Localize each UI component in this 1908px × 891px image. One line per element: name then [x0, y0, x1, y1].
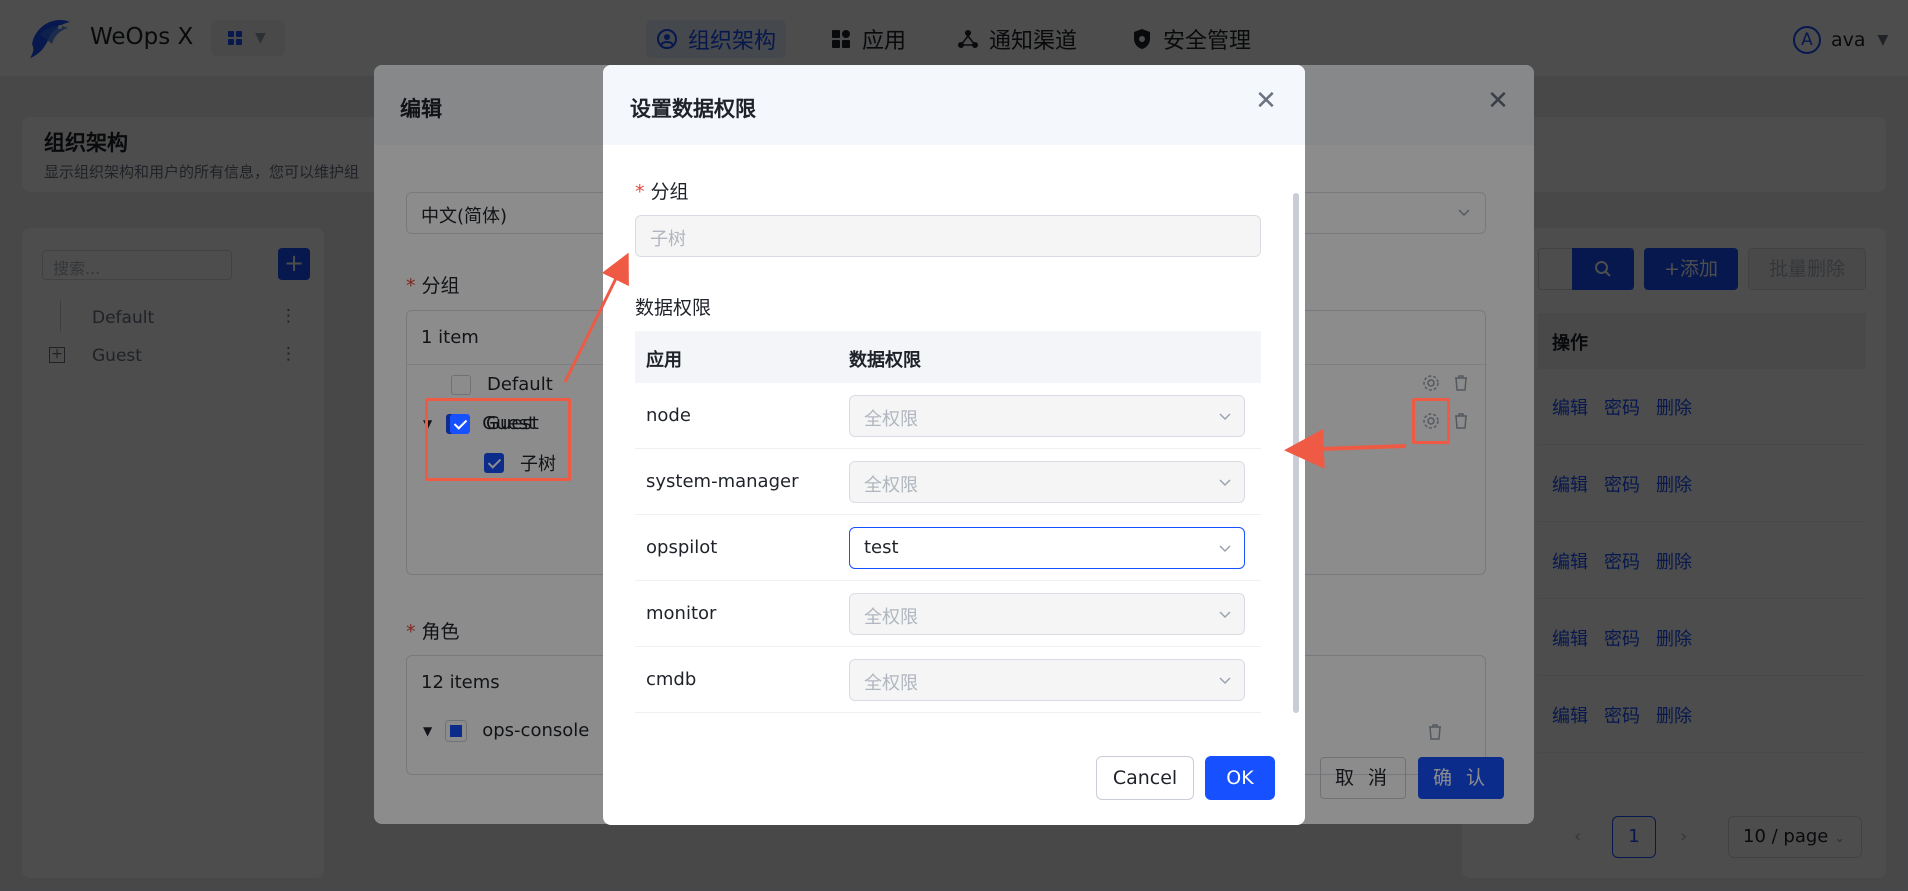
app-name: cmdb	[646, 669, 697, 690]
annotation-highlight-box	[425, 398, 571, 481]
column-header-permission: 数据权限	[849, 350, 921, 371]
scrollbar[interactable]	[1293, 193, 1299, 713]
app-name: monitor	[646, 603, 717, 624]
permission-value: 全权限	[864, 607, 918, 628]
close-icon[interactable]: ✕	[1253, 88, 1279, 115]
app-name: system-manager	[646, 471, 799, 492]
permission-select[interactable]: 全权限	[849, 461, 1245, 503]
permission-value: 全权限	[864, 673, 918, 694]
chevron-down-icon	[1219, 413, 1231, 421]
chevron-down-icon	[1219, 479, 1231, 487]
annotation-highlight-box	[1412, 398, 1450, 444]
permission-row: opspilot test	[635, 515, 1261, 581]
tree-label: Guest	[486, 413, 539, 434]
highlighted-guest-row: Guest	[450, 413, 539, 434]
permission-select[interactable]: 全权限	[849, 395, 1245, 437]
cancel-button[interactable]: Cancel	[1096, 756, 1194, 800]
app-name: opspilot	[646, 537, 718, 558]
column-header-app: 应用	[646, 350, 682, 371]
modal-title: 设置数据权限	[630, 97, 756, 121]
chevron-down-icon	[1219, 611, 1231, 619]
permission-value: 全权限	[864, 475, 918, 496]
table-header: 应用 数据权限	[635, 331, 1261, 383]
checkbox-checked	[450, 413, 470, 434]
permission-row: cmdb 全权限	[635, 647, 1261, 713]
permission-row: system-manager 全权限	[635, 449, 1261, 515]
chevron-down-icon	[1219, 677, 1231, 685]
group-input[interactable]: 子树	[635, 215, 1261, 257]
data-permission-modal: 设置数据权限 ✕ * 分组 子树 数据权限 应用 数据权限 node 全权限 syst…	[603, 65, 1305, 825]
app-name: node	[646, 405, 691, 426]
permission-value: 全权限	[864, 409, 918, 430]
chevron-down-icon	[1219, 545, 1231, 553]
permission-select[interactable]: 全权限	[849, 659, 1245, 701]
permission-select[interactable]: test	[849, 527, 1245, 569]
permission-row: node 全权限	[635, 383, 1261, 449]
data-permission-section-label: 数据权限	[635, 297, 712, 319]
ok-button[interactable]: OK	[1205, 756, 1275, 800]
scrollbar-thumb[interactable]	[1293, 193, 1299, 713]
permission-row: monitor 全权限	[635, 581, 1261, 647]
permission-value: test	[864, 537, 899, 558]
permission-select[interactable]: 全权限	[849, 593, 1245, 635]
modal-header: 设置数据权限 ✕	[603, 65, 1305, 145]
group-field-label: * 分组	[635, 181, 689, 203]
